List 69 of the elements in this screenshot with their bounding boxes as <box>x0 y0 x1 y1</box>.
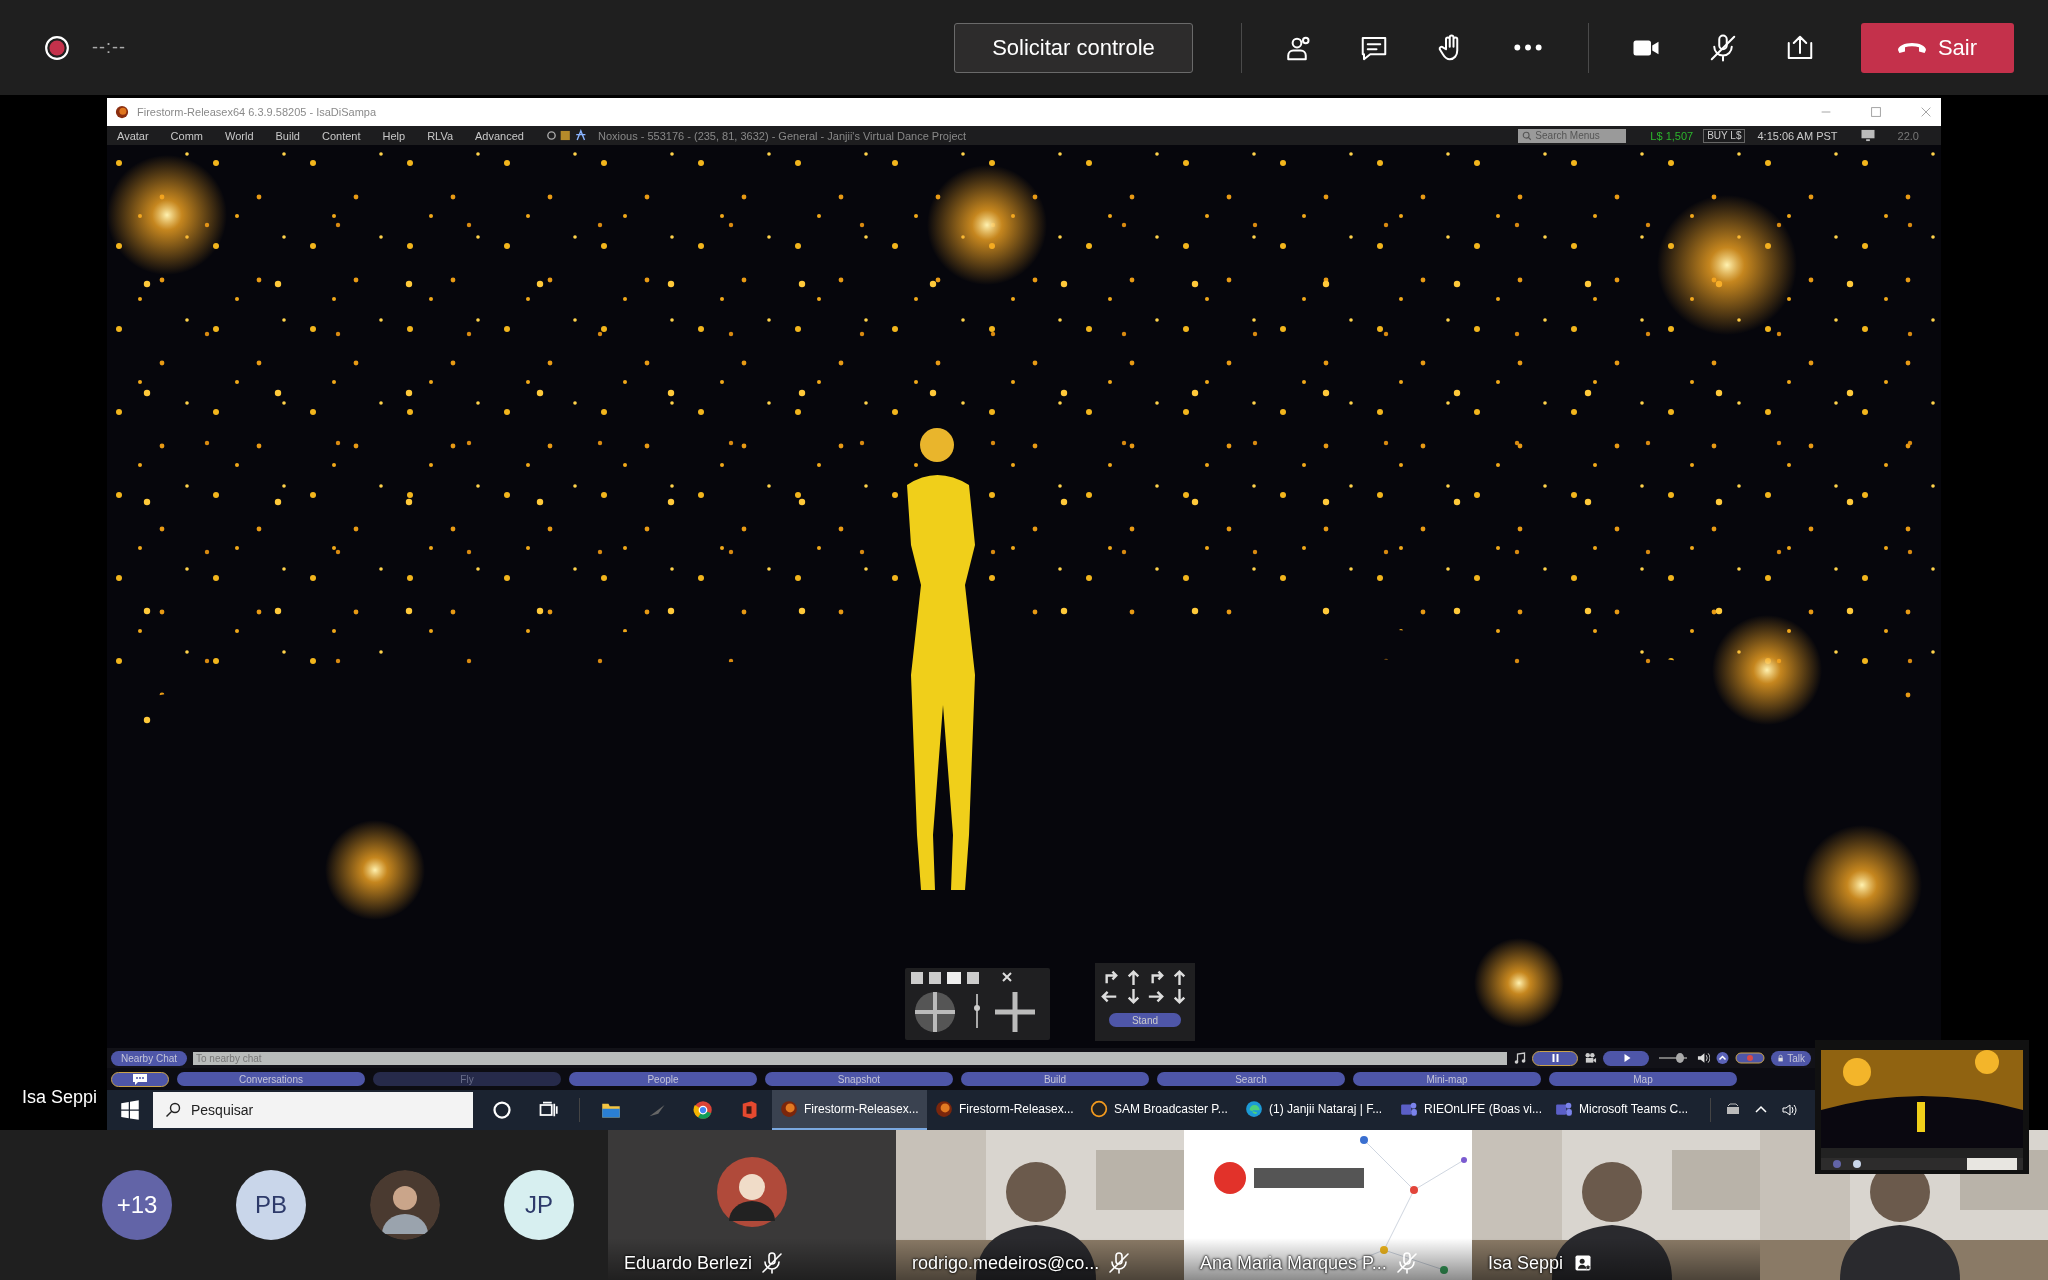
app-icon <box>1245 1100 1263 1118</box>
nearby-chat-button[interactable]: Nearby Chat <box>111 1050 187 1066</box>
app-icon <box>1555 1100 1573 1118</box>
record-icon <box>44 34 70 61</box>
film-camera-icon[interactable] <box>1584 1052 1597 1064</box>
play-button[interactable] <box>1603 1050 1649 1066</box>
music-note-icon[interactable] <box>1513 1052 1526 1064</box>
speech-bubble-icon <box>132 1073 148 1085</box>
toolbar-button[interactable]: Build <box>961 1072 1149 1086</box>
speaker-icon[interactable] <box>1697 1052 1710 1064</box>
more-participants-badge[interactable]: +13 <box>102 1170 172 1240</box>
toolbar-button[interactable]: Search <box>1157 1072 1345 1086</box>
chat-input-field[interactable]: To nearby chat <box>193 1051 1507 1065</box>
clock-text: 4:15:06 AM PST <box>1757 129 1838 142</box>
window-title: Firestorm-Releasex64 6.3.9.58205 - IsaDiSampa <box>137 106 377 118</box>
call-timer: --:-- <box>92 37 126 58</box>
voice-status-icon[interactable] <box>1735 1052 1765 1064</box>
request-control-button[interactable]: Solicitar controle <box>954 22 1193 73</box>
talk-button[interactable]: Talk <box>1771 1050 1811 1066</box>
menu-item[interactable]: Avatar <box>117 129 149 142</box>
taskbar-search-field[interactable]: Pesquisar <box>153 1092 473 1128</box>
balance-text: L$ 1,507 <box>1650 129 1694 142</box>
expand-up-icon[interactable] <box>1716 1052 1729 1064</box>
more-icon <box>1513 44 1542 51</box>
taskbar-window-button[interactable]: Firestorm-Releasex... <box>772 1090 927 1130</box>
taskbar-window-button[interactable]: Microsoft Teams C... <box>1547 1090 1702 1130</box>
taskbar-window-button[interactable]: RIEOnLIFE (Boas vi... <box>1392 1090 1547 1130</box>
chat-bubble-button[interactable] <box>111 1071 169 1087</box>
speaker-icon[interactable] <box>1781 1102 1797 1118</box>
avatar-icon[interactable] <box>370 1170 440 1240</box>
taskbar-window-button[interactable]: Firestorm-Releasex... <box>927 1090 1082 1130</box>
search-menus-field[interactable]: Search Menus <box>1518 128 1627 143</box>
menu-item[interactable]: Build <box>275 129 300 142</box>
location-text: Noxious - 553176 - (235, 81, 3632) - General - Janjii's Virtual Dance Project <box>597 129 967 142</box>
avatar-icon <box>717 1157 787 1227</box>
toolbar-button[interactable]: Snapshot <box>765 1072 953 1086</box>
menu-item[interactable]: Comm <box>170 129 203 142</box>
toolbar-button[interactable]: Conversations <box>177 1072 365 1086</box>
search-icon <box>165 1102 181 1118</box>
app-icon <box>935 1100 953 1118</box>
lock-icon <box>1777 1053 1785 1063</box>
menu-item[interactable]: Help <box>382 129 406 142</box>
menu-item[interactable]: Advanced <box>475 129 524 142</box>
presenter-name: Isa Seppi <box>22 1087 99 1108</box>
app-icon <box>780 1100 798 1118</box>
participant-tile[interactable]: Eduardo Berlezi <box>608 1130 896 1280</box>
participant-name: Isa Seppi <box>1488 1252 1564 1274</box>
frame-rate-text: 22.0 <box>1897 129 1919 142</box>
pause-button[interactable] <box>1532 1050 1578 1066</box>
leave-button[interactable]: Sair <box>1861 22 2014 73</box>
participant-name: Eduardo Berlezi <box>624 1252 753 1274</box>
buy-currency-button[interactable]: BUY L$ <box>1703 128 1746 143</box>
participant-avatar[interactable]: PB <box>236 1170 306 1240</box>
toolbar-button[interactable]: Map <box>1549 1072 1737 1086</box>
menu-item[interactable]: RLVa <box>427 129 454 142</box>
toolbar-button[interactable]: People <box>569 1072 757 1086</box>
toolbar-button[interactable]: Mini-map <box>1353 1072 1541 1086</box>
menu-item[interactable]: Content <box>322 129 361 142</box>
menu-item[interactable]: World <box>225 129 254 142</box>
taskbar-window-button[interactable]: SAM Broadcaster P... <box>1082 1090 1237 1130</box>
phone-icon <box>1897 42 1926 53</box>
taskbar-window-button[interactable]: (1) Janjii Nataraj | F... <box>1237 1090 1392 1130</box>
participant-avatar[interactable]: JP <box>504 1170 574 1240</box>
app-icon <box>1400 1100 1418 1118</box>
participant-name: rodrigo.medeiros@co... <box>912 1252 1100 1274</box>
app-icon <box>1090 1100 1108 1118</box>
app-icon <box>115 105 129 119</box>
search-icon <box>1522 130 1533 141</box>
monitor-icon <box>1859 129 1876 142</box>
